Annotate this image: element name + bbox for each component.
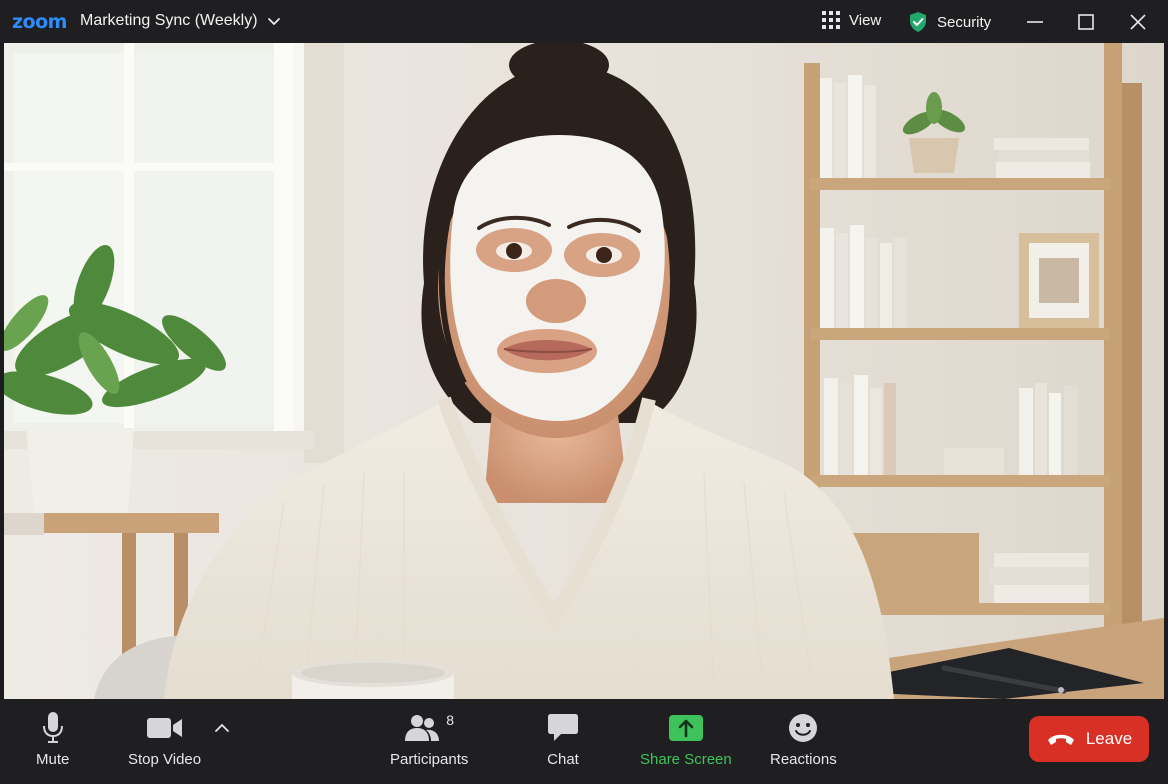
close-icon[interactable]: [1126, 10, 1150, 34]
mute-label: Mute: [36, 751, 70, 768]
participants-icon: [405, 715, 440, 741]
share-screen-button[interactable]: Share Screen: [640, 709, 732, 768]
video-feed: [4, 43, 1164, 699]
stop-video-button[interactable]: Stop Video: [128, 709, 201, 768]
reactions-label: Reactions: [770, 751, 837, 768]
participants-button[interactable]: 8 Participants: [390, 709, 468, 768]
share-screen-icon: [668, 715, 703, 741]
stop-video-label: Stop Video: [128, 751, 202, 768]
maximize-icon[interactable]: [1074, 10, 1098, 34]
minimize-icon[interactable]: [1023, 10, 1047, 34]
chevron-up-icon[interactable]: [213, 719, 231, 737]
mute-button[interactable]: Mute: [36, 709, 69, 768]
reactions-button[interactable]: Reactions: [770, 709, 837, 768]
participant-video-frame: [4, 43, 1164, 699]
grid-icon: [822, 11, 840, 29]
view-label: View: [849, 11, 882, 29]
chat-button[interactable]: Chat: [547, 709, 579, 768]
shield-check-icon: [910, 12, 926, 32]
video-camera-icon: [146, 718, 182, 738]
chat-bubble-icon: [548, 714, 578, 741]
security-button[interactable]: Security: [908, 11, 991, 33]
meeting-title-dropdown[interactable]: Marketing Sync (Weekly): [80, 12, 282, 30]
zoom-window: zoom Marketing Sync (Weekly) View Securi…: [0, 0, 1168, 784]
leave-button[interactable]: Leave: [1029, 716, 1149, 762]
chevron-down-icon: [267, 18, 280, 25]
title-bar: zoom Marketing Sync (Weekly) View Securi…: [0, 0, 1168, 43]
smiley-icon: [789, 714, 818, 742]
participants-count: 8: [446, 712, 455, 728]
phone-hangup-icon: [1047, 734, 1074, 745]
security-label: Security: [937, 13, 992, 31]
meeting-title: Marketing Sync (Weekly): [80, 12, 258, 29]
leave-label: Leave: [1085, 729, 1133, 748]
view-button[interactable]: View: [822, 11, 881, 29]
share-screen-label: Share Screen: [640, 751, 732, 768]
participants-label: Participants: [390, 751, 469, 768]
zoom-logo: zoom: [12, 11, 67, 33]
chat-label: Chat: [547, 751, 579, 768]
microphone-icon: [42, 712, 63, 743]
meeting-toolbar: Mute Stop Video 8 Participants Chat Shar…: [0, 699, 1168, 784]
